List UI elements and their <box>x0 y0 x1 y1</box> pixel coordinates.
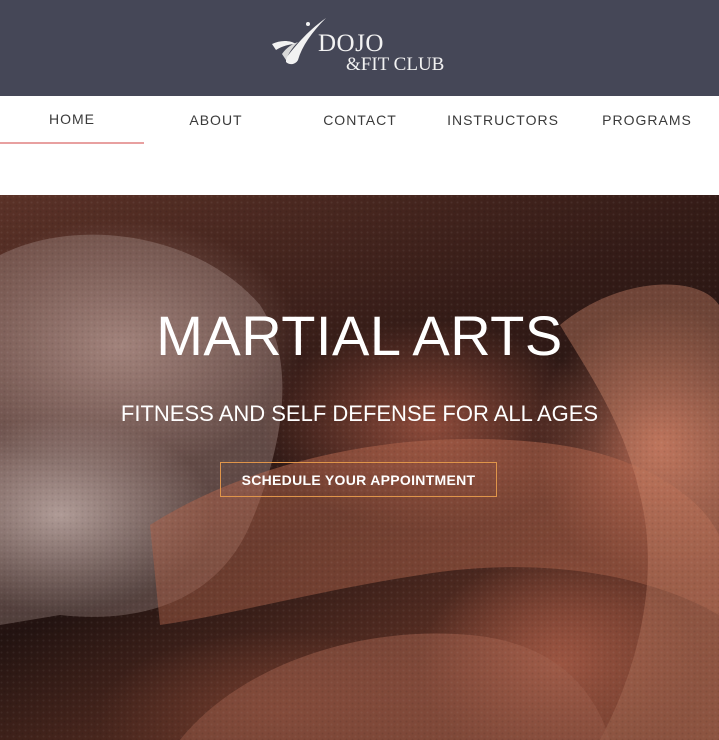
hero-title: MARTIAL ARTS <box>156 304 563 367</box>
main-nav: HOME ABOUT CONTACT INSTRUCTORS PROGRAMS <box>0 96 719 195</box>
nav-item-programs[interactable]: PROGRAMS <box>575 96 719 143</box>
site-header: DOJO &FIT CLUB <box>0 0 719 96</box>
logo-wordmark-fitclub: &FIT CLUB <box>346 54 445 75</box>
schedule-appointment-button[interactable]: SCHEDULE YOUR APPOINTMENT <box>220 462 497 497</box>
hero-banner: MARTIAL ARTS FITNESS AND SELF DEFENSE FO… <box>0 195 719 740</box>
hero-subtitle: FITNESS AND SELF DEFENSE FOR ALL AGES <box>120 401 599 426</box>
nav-item-about[interactable]: ABOUT <box>144 96 288 143</box>
site-logo[interactable]: DOJO &FIT CLUB <box>268 14 458 78</box>
nav-item-home[interactable]: HOME <box>0 96 144 144</box>
nav-item-instructors[interactable]: INSTRUCTORS <box>431 96 575 143</box>
nav-item-contact[interactable]: CONTACT <box>288 96 432 143</box>
